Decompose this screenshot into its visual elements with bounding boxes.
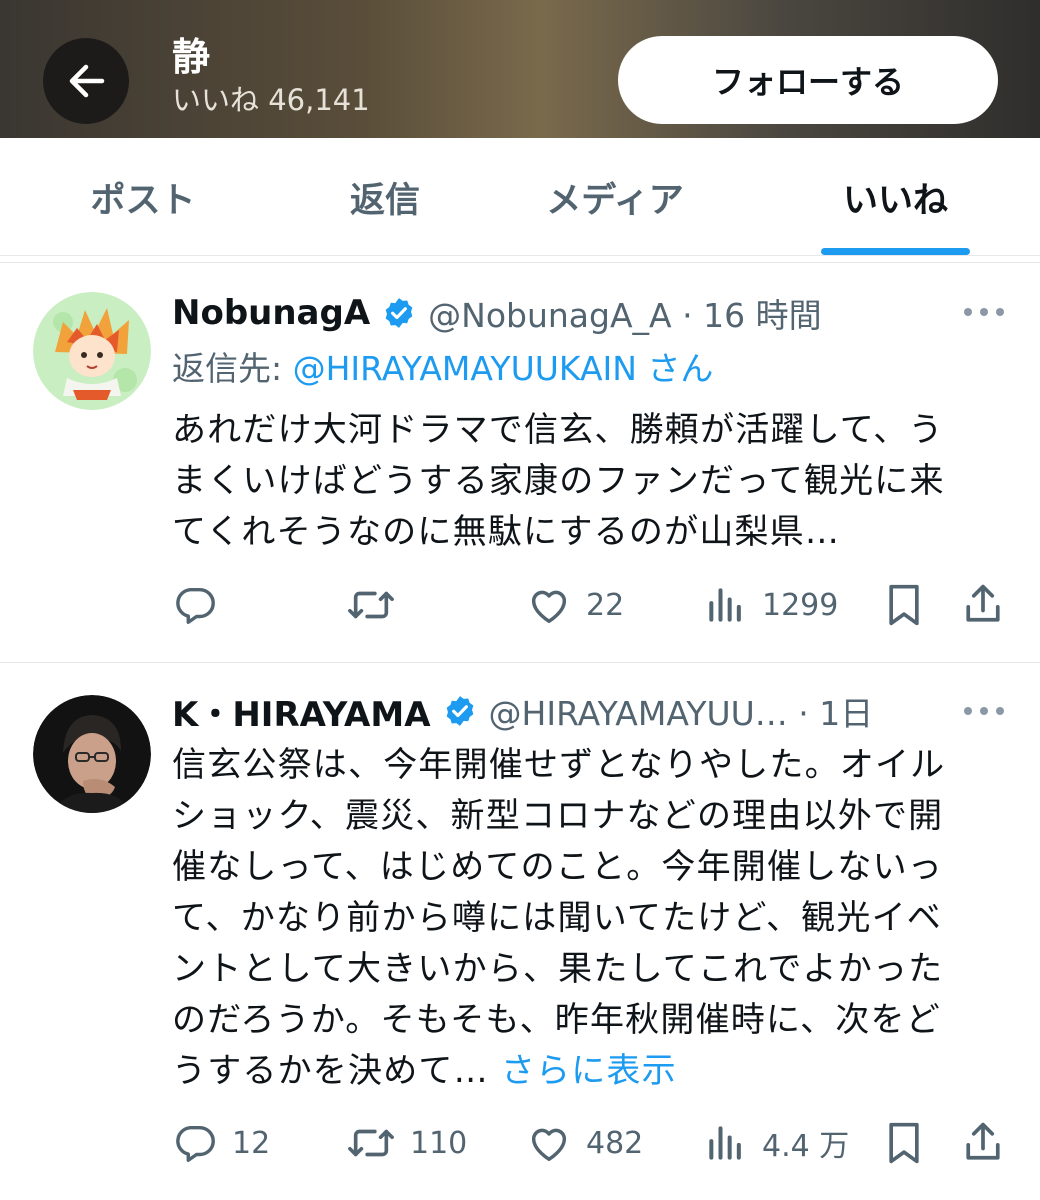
author-name[interactable]: K・HIRAYAMA [172,687,431,736]
bookmark-button[interactable] [882,580,926,630]
reply-button[interactable]: 12 [172,1118,270,1168]
like-button[interactable]: 482 [526,1118,643,1168]
repost-icon [348,591,394,619]
heart-icon [531,590,567,624]
avatar[interactable] [33,695,151,813]
verified-badge-icon [443,694,477,728]
like-count: 22 [586,587,625,623]
profile-tabs: ポスト 返信 メディア いいね [0,138,1040,256]
share-icon [966,1122,1000,1160]
post-header: K・HIRAYAMA @HIRAYAMAYUU… · 1日 [172,687,874,736]
share-button[interactable] [960,580,1006,630]
reply-prefix: 返信先: [172,349,293,388]
analytics-icon [709,588,741,622]
reply-context: 返信先: @HIRAYAMAYUUKAIN さん [172,342,713,390]
analytics-icon [709,1126,741,1160]
tab-replies[interactable]: 返信 [320,138,450,256]
post-actions: 22 1299 [0,580,1040,630]
post-text-body: 信玄公祭は、今年開催せずとなりやした。オイル ショック、震災、新型コロナなどの理… [172,745,946,1091]
avatar-illustration-icon [33,292,151,410]
repost-count: 110 [410,1125,468,1161]
tab-media[interactable]: メディア [520,138,710,256]
bookmark-icon [889,584,919,626]
repost-button[interactable]: 110 [346,1118,467,1168]
repost-icon [348,1129,394,1157]
repost-button[interactable] [346,580,396,630]
arrow-left-icon [69,64,105,98]
author-handle[interactable]: @HIRAYAMAYUU… · 1日 [489,687,874,735]
post-item[interactable]: K・HIRAYAMA @HIRAYAMAYUU… · 1日 信玄公祭は、今年開催… [0,663,1040,1200]
bookmark-icon [889,1122,919,1164]
share-icon [966,584,1000,622]
view-count: 4.4 万 [762,1129,850,1164]
heart-icon [531,1128,567,1162]
more-options-icon[interactable] [964,302,1004,322]
author-handle[interactable]: @NobunagA_A · 16 時間 [428,289,821,337]
share-button[interactable] [960,1118,1006,1168]
show-more-link[interactable]: さらに表示 [501,1051,677,1091]
like-button[interactable]: 22 [526,580,624,630]
back-button[interactable] [43,38,129,124]
post-item[interactable]: NobunagA @NobunagA_A · 16 時間 返信先: @HIRAY… [0,262,1040,662]
active-tab-indicator [821,248,970,255]
reply-icon [176,587,215,624]
bookmark-button[interactable] [882,1118,926,1168]
reply-count: 12 [232,1125,271,1161]
views-button[interactable]: 4.4 万 [704,1118,849,1168]
reply-button[interactable] [172,580,218,630]
post-actions: 12 110 482 4.4 万 [0,1118,1040,1168]
follow-button[interactable]: フォローする [618,36,998,124]
tab-posts[interactable]: ポスト [60,138,226,256]
view-count: 1299 [762,587,839,623]
post-text: あれだけ大河ドラマで信玄、勝頼が活躍して、う まくいけばどうする家康のファンだっ… [172,410,945,552]
likes-count: いいね 46,141 [172,83,370,117]
views-button[interactable]: 1299 [704,580,838,630]
like-count: 482 [586,1125,644,1161]
post-text: 信玄公祭は、今年開催せずとなりやした。オイル ショック、震災、新型コロナなどの理… [172,740,1002,1097]
post-header: NobunagA @NobunagA_A · 16 時間 [172,290,822,336]
tab-likes[interactable]: いいね [821,138,970,256]
profile-name: 静 [172,35,211,79]
verified-badge-icon [382,296,416,330]
avatar[interactable] [33,292,151,410]
avatar-photo-icon [33,695,151,813]
profile-header: 静 いいね 46,141 フォローする [0,0,1040,138]
author-name[interactable]: NobunagA [172,293,370,333]
more-options-icon[interactable] [964,701,1004,721]
reply-mention-link[interactable]: @HIRAYAMAYUUKAIN さん [293,349,714,388]
reply-icon [176,1125,215,1162]
